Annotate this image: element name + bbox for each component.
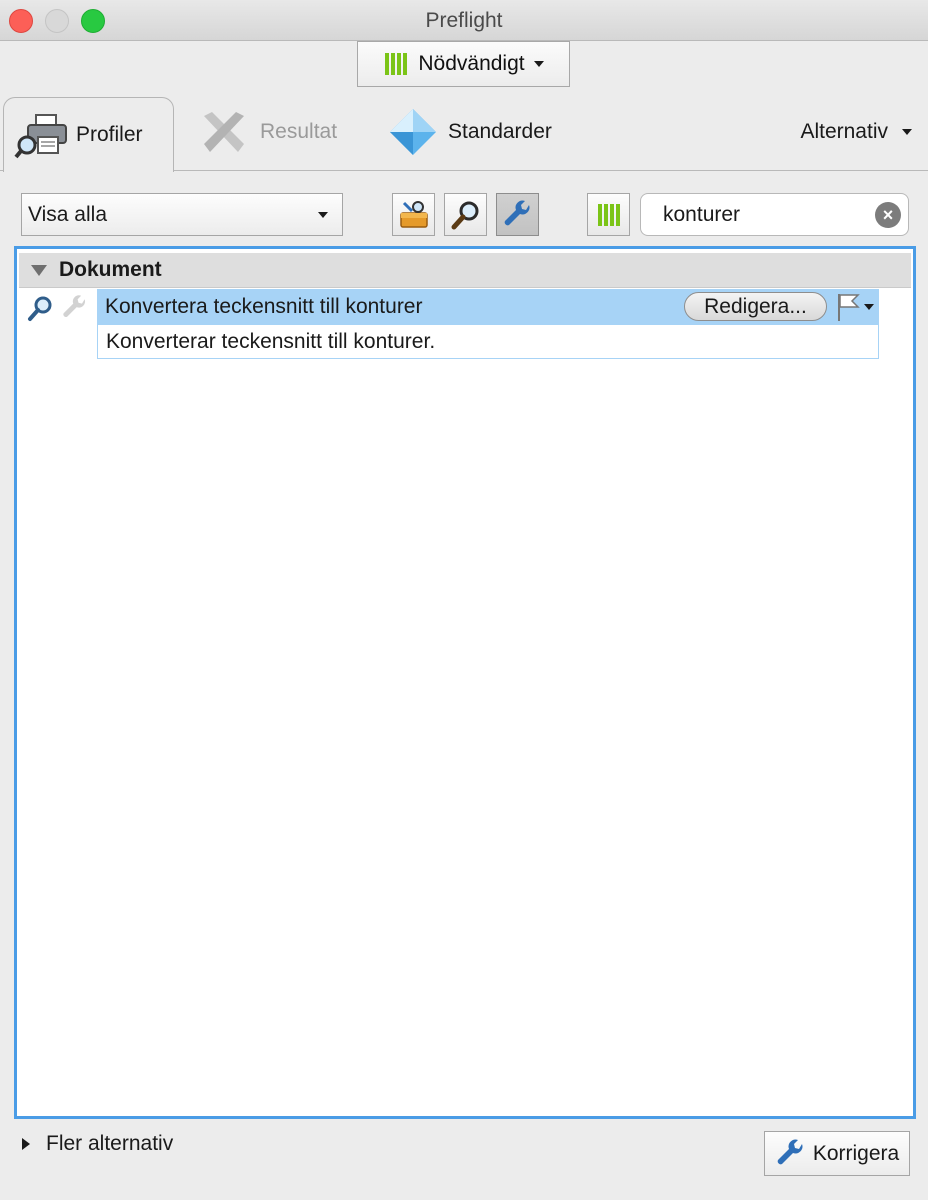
- wrench-icon: [777, 1139, 803, 1164]
- chevron-down-icon: [864, 304, 874, 310]
- window-title: Preflight: [425, 9, 503, 32]
- search-input[interactable]: konturer: [663, 203, 740, 227]
- magnifier-icon: [451, 201, 478, 229]
- options-menu[interactable]: Alternativ: [800, 120, 912, 144]
- options-menu-label: Alternativ: [800, 120, 888, 143]
- printer-magnifier-icon: [14, 114, 67, 159]
- row-status-icons: [26, 294, 90, 322]
- show-checks-button[interactable]: [444, 193, 487, 236]
- group-header-label: Dokument: [59, 258, 162, 281]
- flag-icon: [838, 294, 860, 321]
- search-field[interactable]: konturer ×: [640, 193, 909, 236]
- wrench-icon: [63, 295, 86, 318]
- group-header-document[interactable]: Dokument: [19, 253, 911, 288]
- wrench-cross-icon: [204, 112, 244, 152]
- bars-icon: [385, 53, 408, 75]
- tab-results-label: Resultat: [260, 120, 338, 143]
- show-fixups-and-checks-button[interactable]: [392, 193, 435, 236]
- tab-standards-label: Standarder: [448, 120, 552, 143]
- filter-select[interactable]: Visa alla: [21, 193, 343, 236]
- more-options-label: Fler alternativ: [46, 1132, 174, 1155]
- list-item[interactable]: Konvertera teckensnitt till konturer Red…: [97, 289, 879, 325]
- clear-search-icon[interactable]: ×: [875, 202, 901, 228]
- list-item-title: Konvertera teckensnitt till konturer: [105, 295, 423, 318]
- chevron-down-icon: [318, 211, 328, 218]
- wrench-icon: [504, 200, 529, 225]
- profile-list[interactable]: Dokument Konvertera teckensnitt till kon…: [14, 246, 916, 1119]
- filter-select-value: Visa alla: [28, 202, 107, 226]
- list-item-description: Konverterar teckensnitt till konturer.: [97, 325, 879, 359]
- filter-level-button[interactable]: [587, 193, 630, 236]
- disclosure-triangle-icon: [22, 1138, 30, 1150]
- tab-standards[interactable]: Standarder: [388, 108, 552, 156]
- profile-selector-label: Nödvändigt: [418, 52, 525, 75]
- toolbox-icon: [399, 200, 428, 228]
- magnifier-icon: [28, 296, 52, 321]
- flag-menu[interactable]: [836, 292, 874, 322]
- profile-selector-button[interactable]: Nödvändigt: [357, 41, 570, 87]
- fix-button-label: Korrigera: [812, 1141, 900, 1165]
- edit-button[interactable]: Redigera...: [684, 292, 827, 321]
- bars-icon: [597, 203, 620, 226]
- chevron-down-icon: [902, 129, 912, 135]
- chevron-down-icon: [533, 61, 544, 67]
- fix-button[interactable]: Korrigera: [764, 1131, 910, 1176]
- tab-profiles[interactable]: Profiler: [3, 97, 174, 172]
- diamond-icon: [390, 109, 436, 155]
- more-options-toggle[interactable]: Fler alternativ: [22, 1132, 173, 1156]
- disclosure-triangle-icon[interactable]: [31, 264, 47, 276]
- title-bar: Preflight: [0, 0, 928, 41]
- show-fixups-button[interactable]: [496, 193, 539, 236]
- tab-results[interactable]: Resultat: [198, 108, 337, 156]
- tab-profiles-label: Profiler: [76, 123, 143, 146]
